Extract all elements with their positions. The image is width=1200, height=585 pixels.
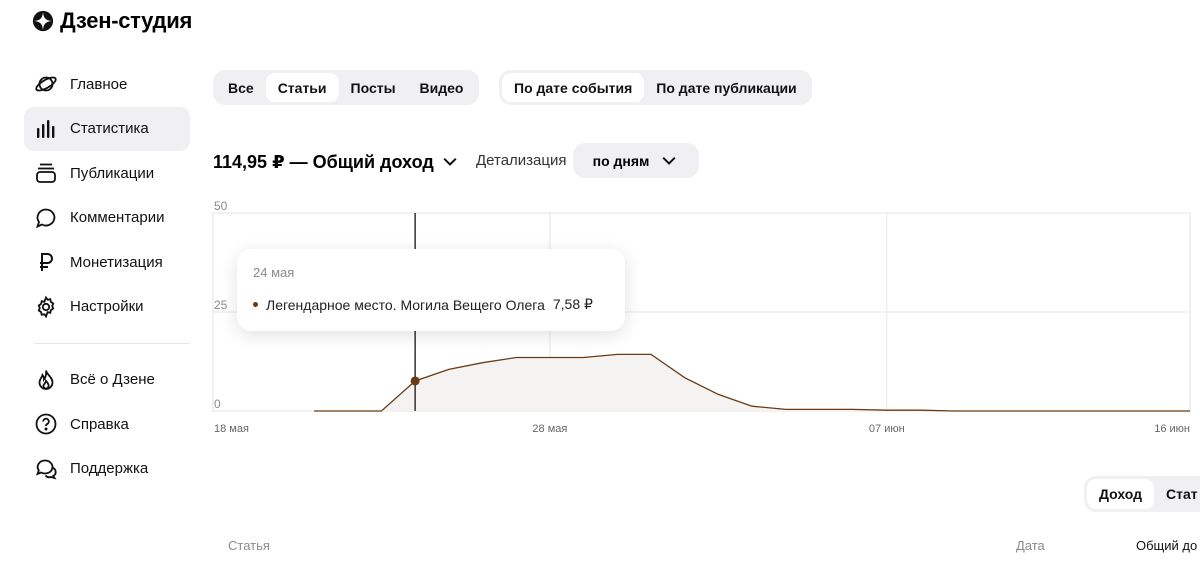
chart-x-tick-label: 28 мая	[532, 423, 567, 435]
sidebar-item-label: Публикации	[70, 164, 155, 182]
chart-y-tick-label: 25	[214, 298, 228, 312]
detail-period-value: по дням	[592, 152, 650, 169]
filter-video[interactable]: Видео	[408, 73, 476, 102]
column-header-total[interactable]: Общий до	[1136, 538, 1197, 553]
income-title: 114,95 ₽ — Общий доход	[213, 151, 434, 172]
tooltip-row: Легендарное место. Могила Вещего Олега 7…	[253, 296, 609, 313]
sidebar-item-publications[interactable]: Публикации	[24, 151, 190, 195]
column-header-date[interactable]: Дата	[1016, 538, 1045, 553]
date-mode-event[interactable]: По дате события	[502, 73, 645, 102]
income-metric-dropdown[interactable]: 114,95 ₽ — Общий доход	[213, 150, 460, 174]
filter-all[interactable]: Все	[216, 73, 266, 102]
detail-period-select[interactable]: по дням	[573, 143, 699, 178]
tooltip-value: 7,58 ₽	[552, 296, 593, 312]
chart-x-tick-label: 16 июн	[1154, 423, 1190, 435]
table-metric-tabs: Доход Стат	[1084, 476, 1200, 512]
bar-chart-icon	[34, 117, 58, 141]
stack-icon	[34, 161, 58, 185]
chart-x-tick-label: 18 мая	[214, 423, 249, 435]
tab-income[interactable]: Доход	[1087, 479, 1155, 509]
app-title: Дзен-студия	[60, 8, 192, 33]
chart-y-tick-label: 50	[214, 199, 228, 213]
content-type-filter: Все Статьи Посты Видео	[213, 70, 479, 105]
filter-articles[interactable]: Статьи	[265, 73, 339, 102]
planet-icon	[34, 72, 58, 96]
detail-label: Детализация	[476, 152, 567, 169]
tooltip-date: 24 мая	[253, 265, 295, 280]
chart-hover-point	[410, 376, 420, 386]
column-header-article[interactable]: Статья	[228, 538, 270, 553]
sidebar-item-label: Главное	[70, 75, 128, 93]
chart-area	[314, 354, 1191, 411]
chart-x-tick-label: 07 июн	[869, 423, 905, 435]
tab-stats[interactable]: Стат	[1154, 479, 1200, 509]
chevron-down-icon	[443, 157, 457, 166]
chevron-down-icon	[662, 156, 676, 165]
sidebar-item-support[interactable]: Поддержка	[24, 447, 190, 491]
chart-y-tick-label: 0	[214, 397, 221, 411]
sidebar-item-label: Статистика	[70, 120, 149, 137]
sidebar-item-label: Поддержка	[70, 460, 149, 477]
date-mode-filter: По дате события По дате публикации	[499, 70, 812, 105]
zen-logo-icon	[32, 10, 54, 32]
sidebar-item-statistics[interactable]: Статистика	[24, 106, 190, 151]
support-chat-icon	[34, 457, 58, 481]
chart-tooltip: 24 мая Легендарное место. Могила Вещего …	[237, 249, 625, 331]
tooltip-item: Легендарное место. Могила Вещего Олега	[266, 296, 545, 313]
series-dot-icon	[253, 302, 258, 307]
app-logo[interactable]: Дзен-студия	[32, 8, 192, 34]
filter-posts[interactable]: Посты	[339, 73, 408, 102]
date-mode-publication[interactable]: По дате публикации	[644, 73, 808, 102]
sidebar-item-main[interactable]: Главное	[24, 62, 190, 106]
